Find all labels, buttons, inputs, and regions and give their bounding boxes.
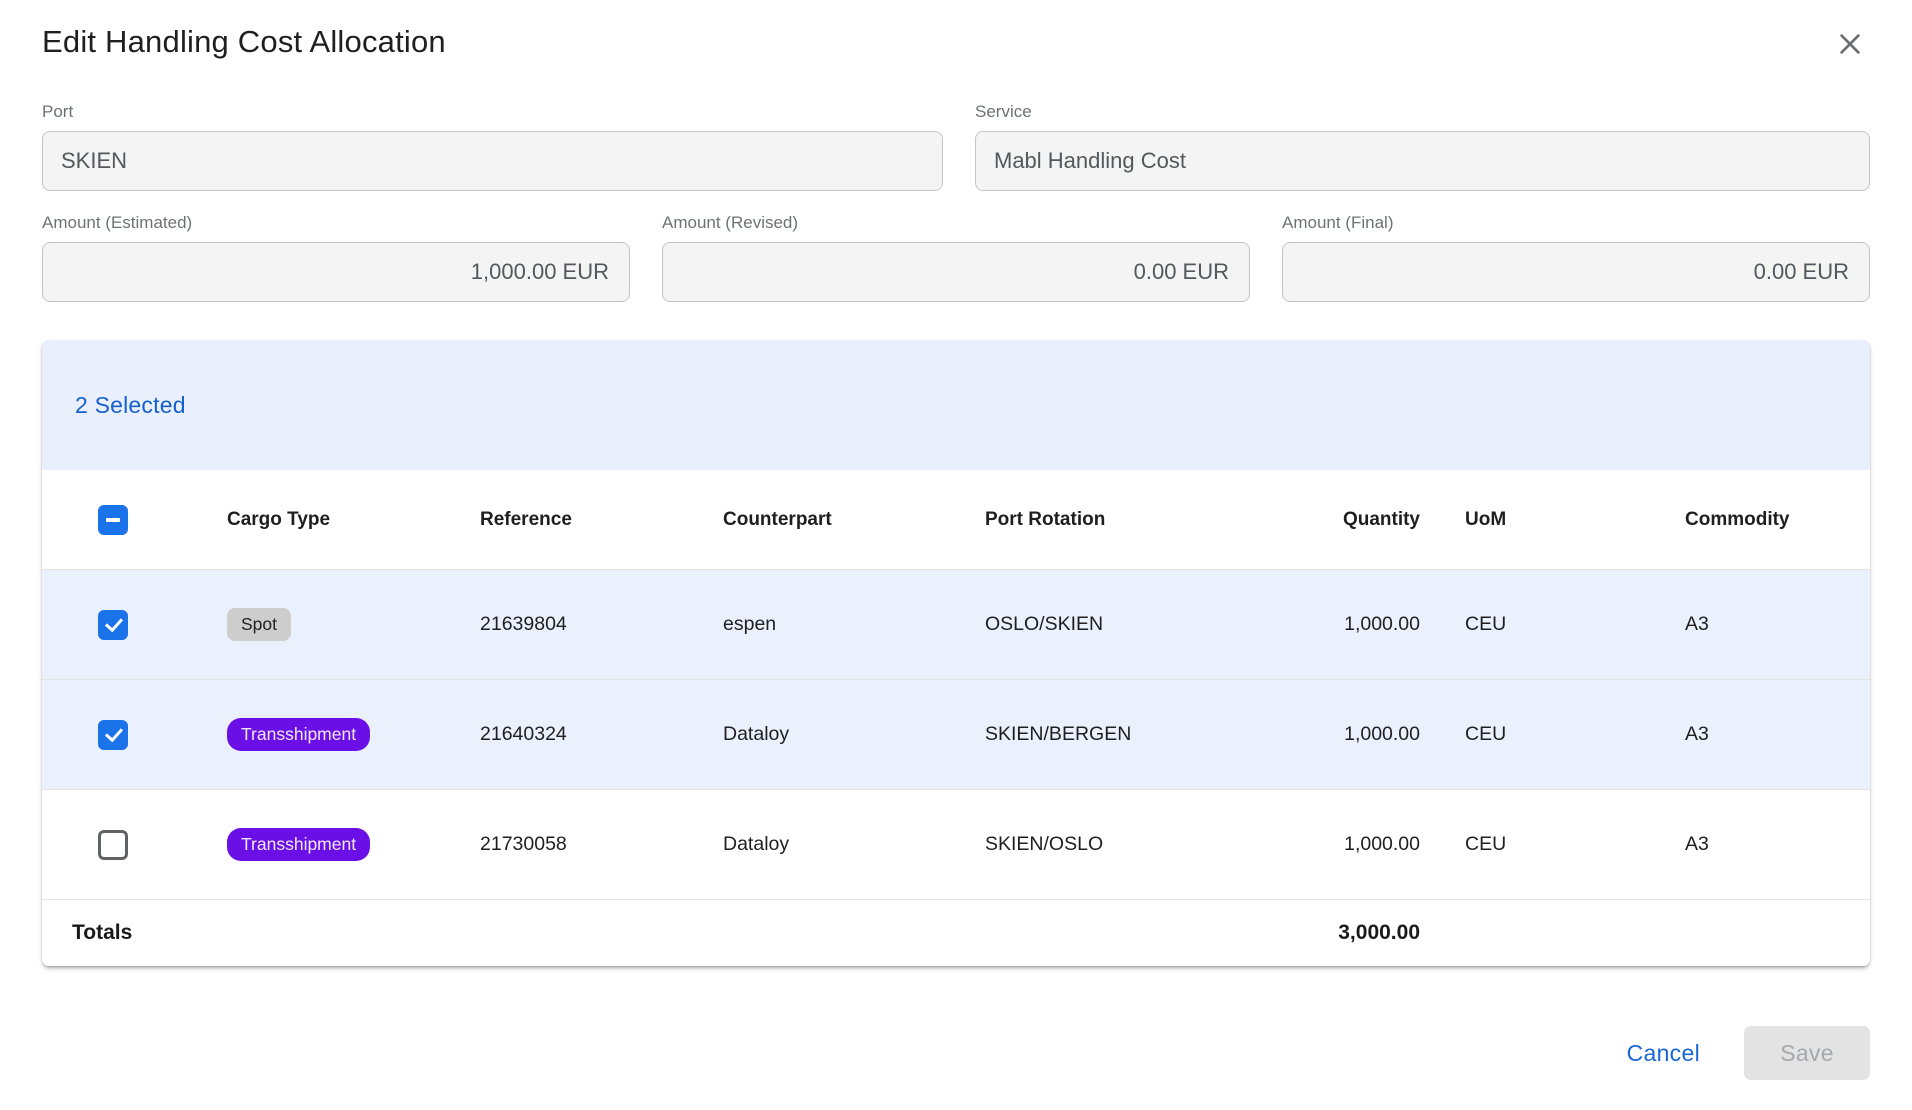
uom-cell: CEU <box>1420 833 1640 856</box>
amount-revised-input[interactable] <box>662 242 1250 302</box>
cancel-button[interactable]: Cancel <box>1627 1040 1700 1067</box>
reference-cell: 21640324 <box>480 723 723 746</box>
col-cargo-type: Cargo Type <box>227 509 480 531</box>
reference-cell: 21730058 <box>480 833 723 856</box>
amount-estimated-field-group: Amount (Estimated) <box>42 213 630 302</box>
service-input[interactable] <box>975 131 1870 191</box>
quantity-cell: 1,000.00 <box>1260 833 1420 856</box>
counterpart-cell: Dataloy <box>723 723 985 746</box>
amount-revised-label: Amount (Revised) <box>662 213 1250 233</box>
commodity-cell: A3 <box>1640 723 1870 746</box>
cargo-type-badge: Spot <box>227 608 291 641</box>
totals-label: Totals <box>42 921 227 945</box>
amount-final-field-group: Amount (Final) <box>1282 213 1870 302</box>
table-row: Spot 21639804 espen OSLO/SKIEN 1,000.00 … <box>42 570 1870 680</box>
quantity-cell: 1,000.00 <box>1260 723 1420 746</box>
row-select-cell <box>42 830 227 860</box>
totals-row: Totals 3,000.00 <box>42 900 1870 966</box>
cargo-type-cell: Transshipment <box>227 718 480 751</box>
uom-cell: CEU <box>1420 613 1640 636</box>
cargo-type-badge: Transshipment <box>227 718 370 751</box>
select-all-cell <box>42 505 227 535</box>
row-select-cell <box>42 610 227 640</box>
row-select-cell <box>42 720 227 750</box>
table-row: Transshipment 21640324 Dataloy SKIEN/BER… <box>42 680 1870 790</box>
col-uom: UoM <box>1420 509 1640 531</box>
col-quantity: Quantity <box>1260 509 1420 531</box>
service-field-group: Service <box>975 102 1870 191</box>
service-label: Service <box>975 102 1870 122</box>
amount-estimated-label: Amount (Estimated) <box>42 213 630 233</box>
port-field-group: Port <box>42 102 943 191</box>
port-label: Port <box>42 102 943 122</box>
dialog-title: Edit Handling Cost Allocation <box>42 24 446 60</box>
port-rotation-cell: SKIEN/OSLO <box>985 833 1260 856</box>
dialog-footer: Cancel Save <box>42 1026 1870 1110</box>
edit-handling-cost-dialog: Edit Handling Cost Allocation Port Servi… <box>0 0 1912 1110</box>
amount-estimated-input[interactable] <box>42 242 630 302</box>
cargo-type-badge: Transshipment <box>227 828 370 861</box>
select-all-checkbox[interactable] <box>98 505 128 535</box>
row-checkbox[interactable] <box>98 830 128 860</box>
dialog-header: Edit Handling Cost Allocation <box>42 24 1870 72</box>
table-row: Transshipment 21730058 Dataloy SKIEN/OSL… <box>42 790 1870 900</box>
amount-revised-field-group: Amount (Revised) <box>662 213 1250 302</box>
cargo-type-cell: Spot <box>227 608 480 641</box>
selection-banner: 2 Selected <box>42 340 1870 470</box>
commodity-cell: A3 <box>1640 833 1870 856</box>
allocation-card: 2 Selected Cargo Type Reference Counterp… <box>42 340 1870 966</box>
row-checkbox[interactable] <box>98 720 128 750</box>
selection-count: 2 Selected <box>75 392 186 419</box>
totals-quantity: 3,000.00 <box>1260 921 1420 945</box>
uom-cell: CEU <box>1420 723 1640 746</box>
field-row-port-service: Port Service <box>42 102 1870 191</box>
table-header-row: Cargo Type Reference Counterpart Port Ro… <box>42 470 1870 570</box>
field-row-amounts: Amount (Estimated) Amount (Revised) Amou… <box>42 213 1870 302</box>
col-counterpart: Counterpart <box>723 509 985 531</box>
col-reference: Reference <box>480 509 723 531</box>
port-rotation-cell: OSLO/SKIEN <box>985 613 1260 636</box>
col-port-rotation: Port Rotation <box>985 509 1260 531</box>
cargo-type-cell: Transshipment <box>227 828 480 861</box>
quantity-cell: 1,000.00 <box>1260 613 1420 636</box>
close-icon[interactable] <box>1834 26 1870 62</box>
save-button[interactable]: Save <box>1744 1026 1870 1080</box>
amount-final-input[interactable] <box>1282 242 1870 302</box>
counterpart-cell: espen <box>723 613 985 636</box>
reference-cell: 21639804 <box>480 613 723 636</box>
counterpart-cell: Dataloy <box>723 833 985 856</box>
row-checkbox[interactable] <box>98 610 128 640</box>
port-input[interactable] <box>42 131 943 191</box>
amount-final-label: Amount (Final) <box>1282 213 1870 233</box>
col-commodity: Commodity <box>1640 509 1870 531</box>
port-rotation-cell: SKIEN/BERGEN <box>985 723 1260 746</box>
commodity-cell: A3 <box>1640 613 1870 636</box>
